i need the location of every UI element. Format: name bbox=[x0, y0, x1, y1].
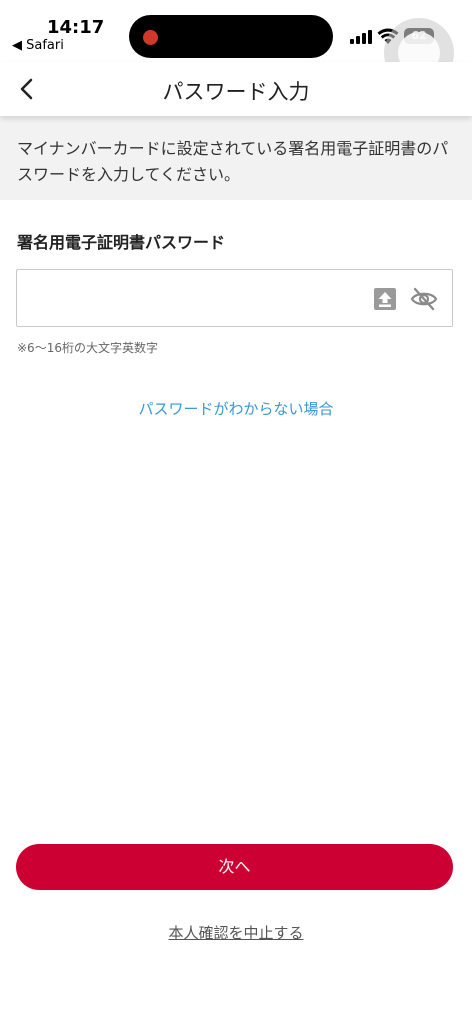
cellular-signal-icon bbox=[350, 30, 372, 44]
forgot-password-link[interactable]: パスワードがわからない場合 bbox=[0, 398, 472, 419]
eye-slash-icon[interactable] bbox=[410, 287, 438, 311]
nav-header: パスワード入力 bbox=[0, 62, 472, 116]
password-field-label: 署名用電子証明書パスワード bbox=[17, 233, 226, 252]
description-panel: マイナンバーカードに設定されている署名用電子証明書のパスワードを入力してください… bbox=[0, 116, 472, 200]
dynamic-island bbox=[129, 15, 333, 58]
password-hint: ※6～16桁の大文字英数字 bbox=[17, 341, 158, 355]
keyboard-upload-icon[interactable] bbox=[374, 288, 396, 310]
status-bar: 14:17 ◀ Safari 62 bbox=[0, 0, 472, 88]
recording-indicator-icon bbox=[143, 30, 158, 45]
cancel-verification-link[interactable]: 本人確認を中止する bbox=[0, 922, 472, 943]
back-to-safari-link[interactable]: ◀ Safari bbox=[12, 38, 64, 53]
next-button[interactable]: 次へ bbox=[16, 844, 453, 890]
password-input[interactable] bbox=[16, 269, 453, 327]
status-time: 14:17 bbox=[47, 17, 105, 38]
page-title: パスワード入力 bbox=[162, 80, 310, 104]
description-text: マイナンバーカードに設定されている署名用電子証明書のパスワードを入力してください… bbox=[17, 139, 449, 184]
